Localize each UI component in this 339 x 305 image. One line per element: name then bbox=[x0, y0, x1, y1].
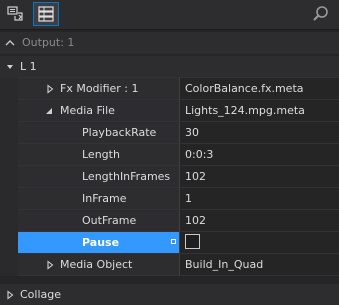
property-name-cell[interactable]: Media Object bbox=[18, 254, 180, 275]
property-value: 1 bbox=[185, 192, 192, 205]
property-name-cell[interactable]: Length bbox=[18, 144, 180, 165]
property-row-outframe[interactable]: OutFrame 102 bbox=[0, 210, 339, 232]
row-gutter bbox=[0, 254, 18, 276]
property-row-media-object[interactable]: Media Object Build_In_Quad bbox=[0, 254, 339, 276]
group-row-collage[interactable]: Collage bbox=[0, 284, 339, 305]
categorized-view-icon bbox=[7, 6, 23, 21]
row-gutter bbox=[0, 144, 18, 166]
expand-arrow-icon[interactable] bbox=[45, 260, 55, 270]
property-name-cell[interactable]: PlaybackRate bbox=[18, 122, 180, 143]
property-value: Lights_124.mpg.meta bbox=[185, 104, 305, 117]
group-row-l1[interactable]: L 1 bbox=[0, 56, 339, 78]
property-label: Pause bbox=[82, 236, 120, 249]
property-value: 30 bbox=[185, 126, 199, 139]
collage-label: Collage bbox=[20, 288, 62, 301]
property-name-cell[interactable]: OutFrame bbox=[18, 210, 180, 231]
group-label: L 1 bbox=[20, 60, 37, 73]
property-row-fx-modifier[interactable]: Fx Modifier : 1 ColorBalance.fx.meta bbox=[0, 78, 339, 100]
property-row-pause[interactable]: Pause bbox=[0, 232, 339, 254]
row-gutter bbox=[0, 188, 18, 210]
property-label: Media Object bbox=[60, 258, 133, 271]
property-name-cell[interactable]: LengthInFrames bbox=[18, 166, 180, 187]
property-value: 0:0:3 bbox=[185, 148, 214, 161]
property-name-cell[interactable]: Pause bbox=[18, 232, 180, 253]
property-value-cell[interactable]: ColorBalance.fx.meta bbox=[180, 78, 339, 99]
property-editor-panel: Output: 1 L 1 Fx Modifier : 1 ColorBalan… bbox=[0, 0, 339, 305]
expand-arrow-icon[interactable] bbox=[5, 290, 15, 300]
collapse-arrow-icon[interactable] bbox=[44, 106, 54, 116]
property-value-cell[interactable]: 0:0:3 bbox=[180, 144, 339, 165]
collapse-arrow-icon[interactable] bbox=[5, 62, 15, 72]
property-value: 102 bbox=[185, 170, 206, 183]
property-value: ColorBalance.fx.meta bbox=[185, 82, 304, 95]
property-list-icon bbox=[38, 6, 54, 22]
chevron-up-icon[interactable] bbox=[5, 38, 15, 48]
property-value-cell[interactable]: Lights_124.mpg.meta bbox=[180, 100, 339, 121]
property-name-cell[interactable]: Media File bbox=[18, 100, 180, 121]
property-value-cell[interactable]: 1 bbox=[180, 188, 339, 209]
output-header[interactable]: Output: 1 bbox=[0, 32, 339, 54]
property-value-cell[interactable]: 102 bbox=[180, 166, 339, 187]
categorized-view-button[interactable] bbox=[3, 2, 29, 26]
property-label: Media File bbox=[60, 104, 115, 117]
property-label: Fx Modifier : 1 bbox=[60, 82, 139, 95]
property-value: 102 bbox=[185, 214, 206, 227]
property-name-cell[interactable]: Fx Modifier : 1 bbox=[18, 78, 180, 99]
property-label: PlaybackRate bbox=[82, 126, 157, 139]
search-icon bbox=[313, 6, 328, 21]
property-value-cell[interactable] bbox=[180, 232, 339, 253]
property-value-cell[interactable]: 102 bbox=[180, 210, 339, 231]
selection-marker bbox=[171, 239, 176, 244]
row-gutter bbox=[0, 100, 18, 122]
expand-arrow-icon[interactable] bbox=[45, 84, 55, 94]
property-value-cell[interactable]: Build_In_Quad bbox=[180, 254, 339, 275]
property-row-playbackrate[interactable]: PlaybackRate 30 bbox=[0, 122, 339, 144]
property-row-lengthinframes[interactable]: LengthInFrames 102 bbox=[0, 166, 339, 188]
property-value-cell[interactable]: 30 bbox=[180, 122, 339, 143]
row-gutter bbox=[0, 166, 18, 188]
row-gutter bbox=[0, 232, 18, 254]
row-gutter bbox=[0, 210, 18, 232]
property-row-media-file[interactable]: Media File Lights_124.mpg.meta bbox=[0, 100, 339, 122]
row-gutter bbox=[0, 122, 18, 144]
property-label: InFrame bbox=[82, 192, 127, 205]
property-row-inframe[interactable]: InFrame 1 bbox=[0, 188, 339, 210]
property-label: LengthInFrames bbox=[82, 170, 171, 183]
property-label: Length bbox=[82, 148, 120, 161]
property-row-length[interactable]: Length 0:0:3 bbox=[0, 144, 339, 166]
property-list-button[interactable] bbox=[33, 2, 59, 26]
toolbar bbox=[0, 0, 339, 30]
property-label: OutFrame bbox=[82, 214, 137, 227]
property-name-cell[interactable]: InFrame bbox=[18, 188, 180, 209]
row-gutter bbox=[0, 78, 18, 100]
pause-checkbox[interactable] bbox=[185, 234, 200, 249]
output-title: Output: 1 bbox=[22, 36, 75, 49]
search-button[interactable] bbox=[311, 4, 333, 26]
property-value: Build_In_Quad bbox=[185, 258, 264, 271]
